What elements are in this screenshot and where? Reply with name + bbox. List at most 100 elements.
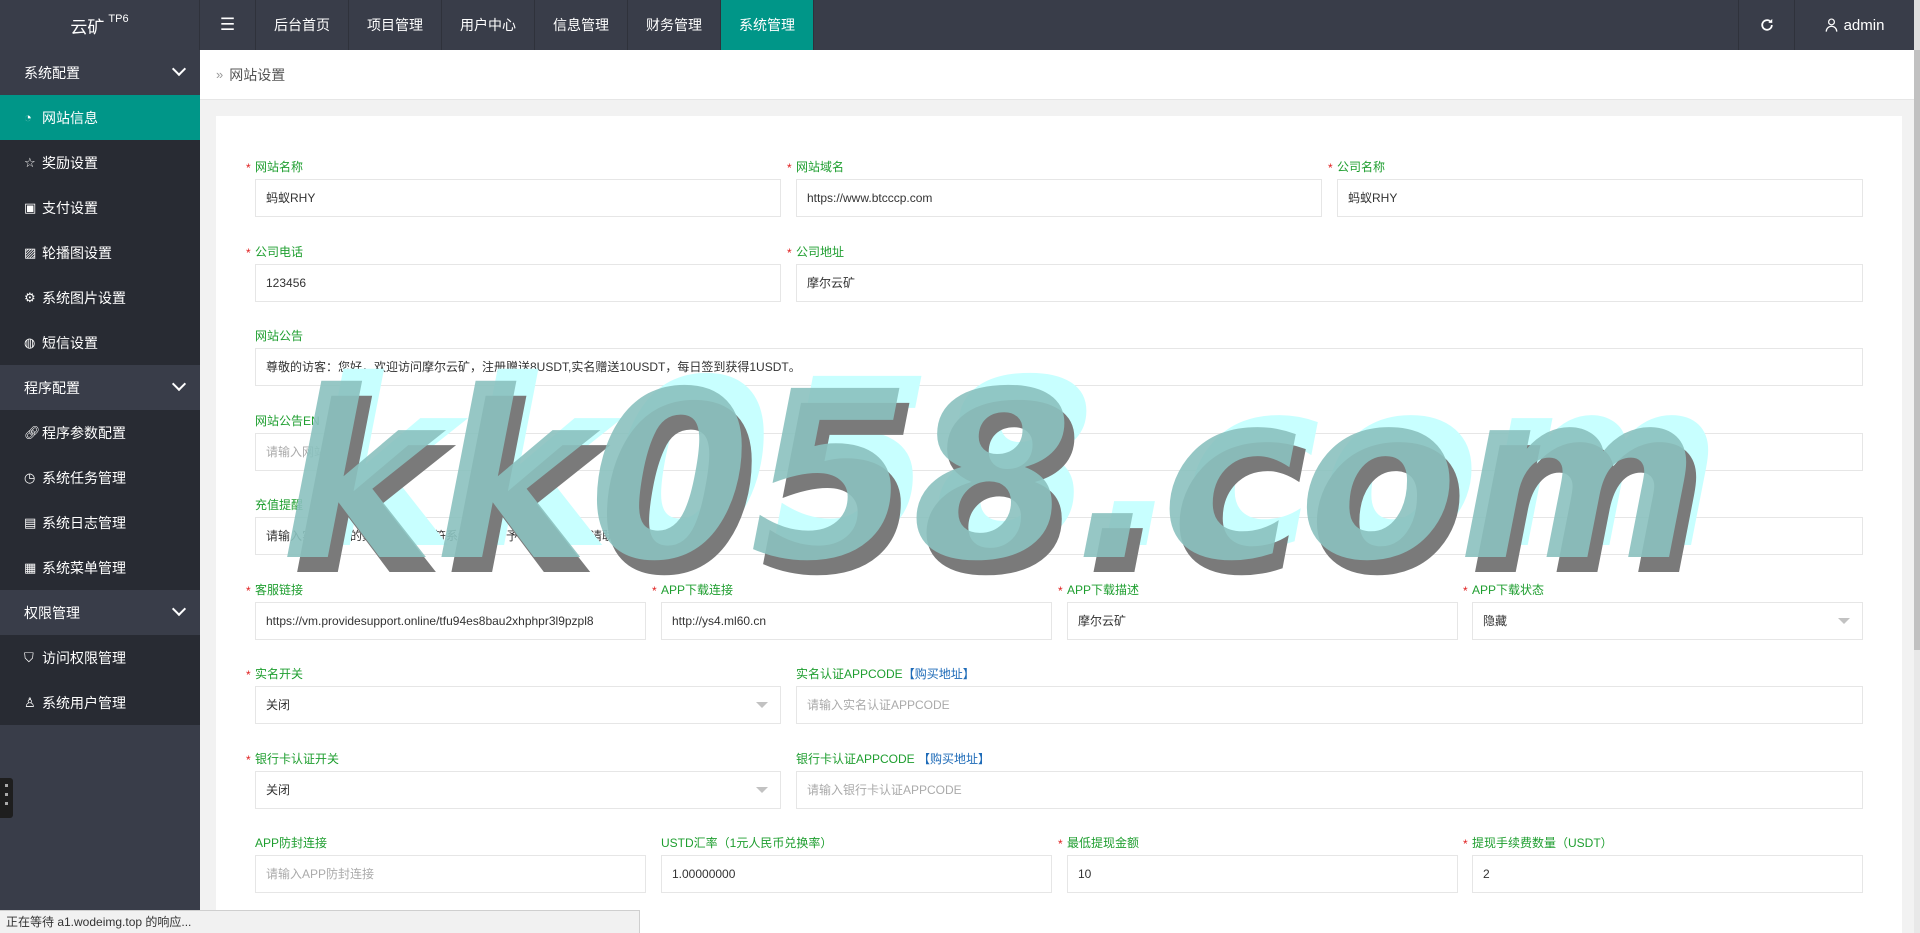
- sidebar-item-access[interactable]: ⛉ 访问权限管理: [0, 635, 200, 680]
- realname-switch-select[interactable]: 关闭: [255, 686, 781, 724]
- select-value: 隐藏: [1483, 614, 1508, 628]
- min-withdraw-input[interactable]: 10: [1067, 855, 1458, 893]
- buy-link[interactable]: 【购买地址】: [903, 667, 975, 681]
- select-value: 关闭: [266, 783, 291, 797]
- sidebar-item-label: 系统用户管理: [42, 694, 126, 711]
- settings-form: * 网站名称 蚂蚁RHY * 网站域名 https://www.btcccp.com…: [216, 116, 1902, 933]
- sidebar-item-menus[interactable]: ▦ 系统菜单管理: [0, 545, 200, 590]
- nav-item-system[interactable]: 系统管理: [721, 0, 814, 50]
- sidebar-item-system-images[interactable]: ⚙ 系统图片设置: [0, 275, 200, 320]
- field-site-notice: 网站公告 尊敬的访客：您好，欢迎访问摩尔云矿，注册赠送8USDT,实名赠送10U…: [255, 328, 1863, 386]
- field-company-address: * 公司地址 摩尔云矿: [787, 244, 1863, 302]
- sidebar-item-label: 系统菜单管理: [42, 559, 126, 576]
- brand-logo[interactable]: 云矿 TP6: [0, 0, 200, 50]
- site-domain-input[interactable]: https://www.btcccp.com: [796, 179, 1322, 217]
- breadcrumb-current: 网站设置: [229, 66, 286, 83]
- field-label: 实名认证APPCODE: [796, 667, 903, 681]
- field-label: 充值提醒: [255, 498, 304, 512]
- refresh-icon: [1760, 18, 1773, 31]
- field-label: 网站公告: [255, 329, 304, 343]
- company-address-input[interactable]: 摩尔云矿: [796, 264, 1863, 302]
- company-name-input[interactable]: 蚂蚁RHY: [1337, 179, 1863, 217]
- table-icon: ▦: [24, 559, 37, 575]
- breadcrumb: » 网站设置: [200, 50, 1914, 100]
- browser-status-bar: 正在等待 a1.wodeimg.top 的响应...: [0, 910, 640, 933]
- sidebar-item-system-users[interactable]: ♙ 系统用户管理: [0, 680, 200, 725]
- field-usdt-rate: USTD汇率（1元人民币兑换率） 1.00000000: [661, 835, 1052, 893]
- nav-item-label: 后台首页: [274, 17, 330, 33]
- nav-item-projects[interactable]: 项目管理: [349, 0, 442, 50]
- chevron-down-icon: [171, 601, 187, 617]
- site-notice-input[interactable]: 尊敬的访客：您好，欢迎访问摩尔云矿，注册赠送8USDT,实名赠送10USDT，每…: [255, 348, 1863, 386]
- link-icon: 🔗︎: [24, 424, 41, 440]
- sidebar-group-label: 程序配置: [24, 379, 80, 396]
- image-icon: ▨: [24, 244, 37, 260]
- sidebar-item-label: 系统日志管理: [42, 514, 126, 531]
- field-bankcard-switch: * 银行卡认证开关 关闭: [246, 751, 781, 809]
- field-label: 网站公告EN: [255, 414, 320, 428]
- withdraw-fee-input[interactable]: 2: [1472, 855, 1863, 893]
- nav-item-users[interactable]: 用户中心: [442, 0, 535, 50]
- nav-item-info[interactable]: 信息管理: [535, 0, 628, 50]
- page-scrollbar[interactable]: [1914, 50, 1920, 933]
- nav-item-finance[interactable]: 财务管理: [628, 0, 721, 50]
- field-company-phone: * 公司电话 123456: [246, 244, 781, 302]
- site-name-input[interactable]: 蚂蚁RHY: [255, 179, 781, 217]
- field-realname-appcode: 实名认证APPCODE【购买地址】 请输入实名认证APPCODE: [796, 666, 1863, 724]
- app-antiblock-input[interactable]: 请输入APP防封连接: [255, 855, 646, 893]
- app-download-link-input[interactable]: http://ys4.ml60.cn: [661, 602, 1052, 640]
- main-nav: ☰ 后台首页 项目管理 用户中心 信息管理 财务管理 系统管理: [200, 0, 814, 50]
- star-icon: ☆: [24, 154, 36, 170]
- service-link-input[interactable]: https://vm.providesupport.online/tfu94es…: [255, 602, 646, 640]
- sidebar-item-site-info[interactable]: ◔ 网站信息: [0, 95, 200, 140]
- sidebar-item-carousel[interactable]: ▨ 轮播图设置: [0, 230, 200, 275]
- field-label: 银行卡认证开关: [255, 752, 340, 766]
- sidebar-item-payment[interactable]: ▣ 支付设置: [0, 185, 200, 230]
- scrollbar-top: [1914, 0, 1920, 50]
- field-label: 网站名称: [255, 160, 304, 174]
- buy-link[interactable]: 【购买地址】: [918, 752, 990, 766]
- field-label: APP下载连接: [661, 583, 734, 597]
- sidebar-group-permissions[interactable]: 权限管理: [0, 590, 200, 635]
- refresh-button[interactable]: [1738, 0, 1794, 50]
- sidebar-item-reward[interactable]: ☆ 奖励设置: [0, 140, 200, 185]
- menu-icon: ☰: [219, 15, 236, 34]
- app-download-desc-input[interactable]: 摩尔云矿: [1067, 602, 1458, 640]
- chevron-down-icon: [171, 376, 187, 392]
- log-icon: ▤: [24, 514, 37, 530]
- sidebar-item-label: 网站信息: [42, 109, 98, 126]
- user-icon: ♙: [24, 694, 36, 710]
- nav-item-home[interactable]: 后台首页: [256, 0, 349, 50]
- bankcard-switch-select[interactable]: 关闭: [255, 771, 781, 809]
- user-menu[interactable]: admin: [1794, 0, 1914, 50]
- double-chevron-right-icon: »: [216, 67, 224, 82]
- usdt-rate-input[interactable]: 1.00000000: [661, 855, 1052, 893]
- sidebar-item-sms[interactable]: ◍ 短信设置: [0, 320, 200, 365]
- field-label: 网站域名: [796, 160, 845, 174]
- sidebar-toggle-button[interactable]: ☰: [200, 0, 256, 50]
- field-label: 公司地址: [796, 245, 845, 259]
- shield-icon: ⛉: [24, 649, 34, 665]
- sidebar-group-system-config[interactable]: 系统配置: [0, 50, 200, 95]
- top-right-tools: admin: [1738, 0, 1920, 50]
- user-icon: [1825, 18, 1837, 32]
- sidebar-item-program-params[interactable]: 🔗︎ 程序参数配置: [0, 410, 200, 455]
- recharge-tip-input[interactable]: 请输入实际提币的数量，数量不符系统将不给予审核。有问题请联系在线客服: [255, 517, 1863, 555]
- brand-version: TP6: [108, 13, 129, 25]
- sidebar-group-program-config[interactable]: 程序配置: [0, 365, 200, 410]
- company-phone-input[interactable]: 123456: [255, 264, 781, 302]
- sidebar-item-label: 奖励设置: [42, 154, 98, 171]
- scrollbar-thumb[interactable]: [1914, 50, 1920, 650]
- sidebar-item-tasks[interactable]: ◷ 系统任务管理: [0, 455, 200, 500]
- sidebar-item-logs[interactable]: ▤ 系统日志管理: [0, 500, 200, 545]
- field-label: 提现手续费数量（USDT）: [1472, 836, 1613, 850]
- bankcard-appcode-input[interactable]: 请输入银行卡认证APPCODE: [796, 771, 1863, 809]
- app-download-status-select[interactable]: 隐藏: [1472, 602, 1863, 640]
- sidebar-item-label: 访问权限管理: [42, 649, 126, 666]
- field-site-name: * 网站名称 蚂蚁RHY: [246, 159, 781, 217]
- site-notice-en-input[interactable]: 请输入网站公告: [255, 433, 1863, 471]
- field-label: 实名开关: [255, 667, 304, 681]
- field-label: APP下载描述: [1067, 583, 1140, 597]
- realname-appcode-input[interactable]: 请输入实名认证APPCODE: [796, 686, 1863, 724]
- side-drawer-handle[interactable]: [0, 778, 13, 818]
